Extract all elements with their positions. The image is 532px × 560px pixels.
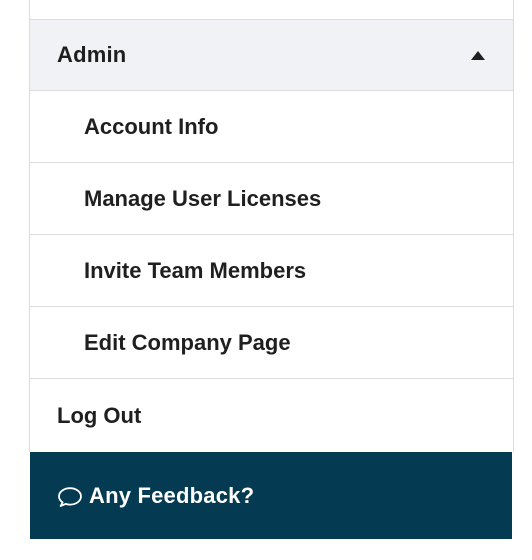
- account-menu: Admin Account Info Manage User Licenses …: [29, 0, 514, 452]
- admin-section-toggle[interactable]: Admin: [30, 20, 513, 91]
- menu-item-previous[interactable]: [30, 0, 513, 20]
- speech-bubble-icon: [58, 486, 82, 507]
- menu-item-manage-user-licenses[interactable]: Manage User Licenses: [30, 163, 513, 235]
- logout-link[interactable]: Log Out: [30, 379, 513, 452]
- menu-item-account-info[interactable]: Account Info: [30, 91, 513, 163]
- menu-item-label: Manage User Licenses: [84, 185, 322, 211]
- menu-item-label: Edit Company Page: [84, 329, 291, 355]
- menu-item-invite-team-members[interactable]: Invite Team Members: [30, 235, 513, 307]
- admin-section-title: Admin: [57, 42, 127, 67]
- feedback-button[interactable]: Any Feedback?: [30, 452, 512, 539]
- feedback-label: Any Feedback?: [89, 482, 255, 508]
- menu-item-label: Invite Team Members: [84, 257, 307, 283]
- menu-item-edit-company-page[interactable]: Edit Company Page: [30, 307, 513, 379]
- menu-item-label: Account Info: [84, 113, 219, 139]
- caret-up-icon: [471, 50, 485, 60]
- logout-label: Log Out: [57, 402, 142, 428]
